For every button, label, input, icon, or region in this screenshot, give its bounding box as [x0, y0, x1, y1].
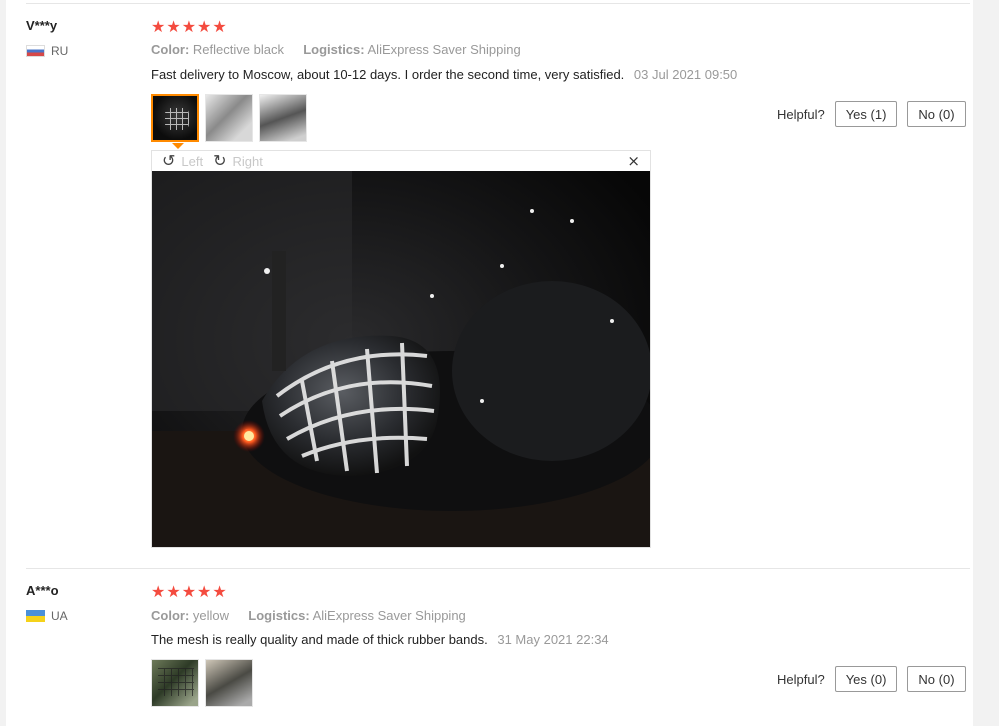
color-label: Color: [151, 608, 190, 623]
review-item: A***o UA ★ ★ ★ ★ ★ Color: yellow Logisti… [6, 570, 973, 726]
reviewer-name: A***o [26, 583, 59, 598]
reviewer-country: UA [26, 609, 68, 623]
review-item: V***y RU ★ ★ ★ ★ ★ Color: Reflective bla… [6, 0, 973, 565]
helpful-yes-button[interactable]: Yes (1) [834, 101, 898, 127]
review-date: 31 May 2021 22:34 [497, 632, 609, 647]
motorcycle-photo [152, 171, 650, 547]
star-rating: ★ ★ ★ ★ ★ [151, 584, 227, 600]
rotate-right-button[interactable]: ↻ Right [213, 153, 263, 169]
reviews-page: V***y RU ★ ★ ★ ★ ★ Color: Reflective bla… [0, 0, 999, 726]
star-icon: ★ [151, 582, 166, 601]
review-photo-thumbnail[interactable] [151, 659, 199, 707]
rotate-left-icon: ↺ [162, 151, 176, 170]
review-photos [151, 659, 253, 707]
helpful-yes-button[interactable]: Yes (0) [834, 666, 898, 692]
ukraine-flag-icon [26, 610, 45, 622]
star-icon: ★ [181, 17, 197, 36]
rotate-left-button[interactable]: ↺ Left [162, 153, 203, 169]
review-text: Fast delivery to Moscow, about 10-12 day… [151, 67, 625, 82]
logistics-label: Logistics: [248, 608, 310, 623]
logistics-label: Logistics: [303, 42, 365, 57]
review-text: The mesh is really quality and made of t… [151, 632, 488, 647]
color-label: Color: [151, 42, 190, 57]
rotate-right-label: Right [232, 153, 263, 169]
logistics-value: AliExpress Saver Shipping [312, 608, 466, 623]
review-body: Fast delivery to Moscow, about 10-12 day… [151, 67, 737, 82]
star-icon: ★ [197, 582, 212, 601]
helpful-label: Helpful? [777, 671, 825, 687]
color-value: Reflective black [192, 42, 284, 57]
review-photo-thumbnail[interactable] [151, 94, 199, 142]
star-icon: ★ [166, 582, 181, 601]
helpful-vote: Helpful? Yes (0) No (0) [777, 666, 966, 692]
star-icon: ★ [197, 17, 212, 36]
helpful-vote: Helpful? Yes (1) No (0) [777, 101, 966, 127]
star-icon: ★ [181, 582, 197, 601]
viewer-toolbar: ↺ Left ↻ Right × [152, 151, 650, 171]
rotate-right-icon: ↻ [213, 151, 227, 170]
country-code: UA [51, 609, 68, 623]
active-thumb-indicator [172, 143, 184, 149]
review-photo-thumbnail[interactable] [205, 94, 253, 142]
logistics-value: AliExpress Saver Shipping [367, 42, 521, 57]
star-icon: ★ [212, 17, 227, 36]
helpful-no-button[interactable]: No (0) [907, 101, 966, 127]
reviewer-name: V***y [26, 18, 58, 33]
review-date: 03 Jul 2021 09:50 [633, 67, 738, 82]
order-info: Color: yellow Logistics: AliExpress Save… [151, 608, 466, 623]
color-value: yellow [192, 608, 230, 623]
star-icon: ★ [166, 17, 181, 36]
country-code: RU [51, 44, 69, 58]
reviewer-country: RU [26, 44, 68, 58]
russia-flag-icon [26, 45, 45, 57]
review-photo-thumbnail[interactable] [259, 94, 307, 142]
review-photo-large [152, 171, 650, 547]
review-photo-thumbnail[interactable] [205, 659, 253, 707]
close-icon[interactable]: × [627, 152, 640, 170]
order-info: Color: Reflective black Logistics: AliEx… [151, 42, 521, 57]
helpful-label: Helpful? [777, 106, 825, 122]
helpful-no-button[interactable]: No (0) [907, 666, 966, 692]
star-rating: ★ ★ ★ ★ ★ [151, 19, 227, 35]
review-photos [151, 94, 307, 142]
rotate-left-label: Left [181, 153, 204, 169]
star-icon: ★ [151, 17, 166, 36]
photo-viewer: ↺ Left ↻ Right × [151, 150, 651, 548]
review-body: The mesh is really quality and made of t… [151, 632, 609, 647]
divider [26, 568, 970, 569]
star-icon: ★ [212, 582, 227, 601]
